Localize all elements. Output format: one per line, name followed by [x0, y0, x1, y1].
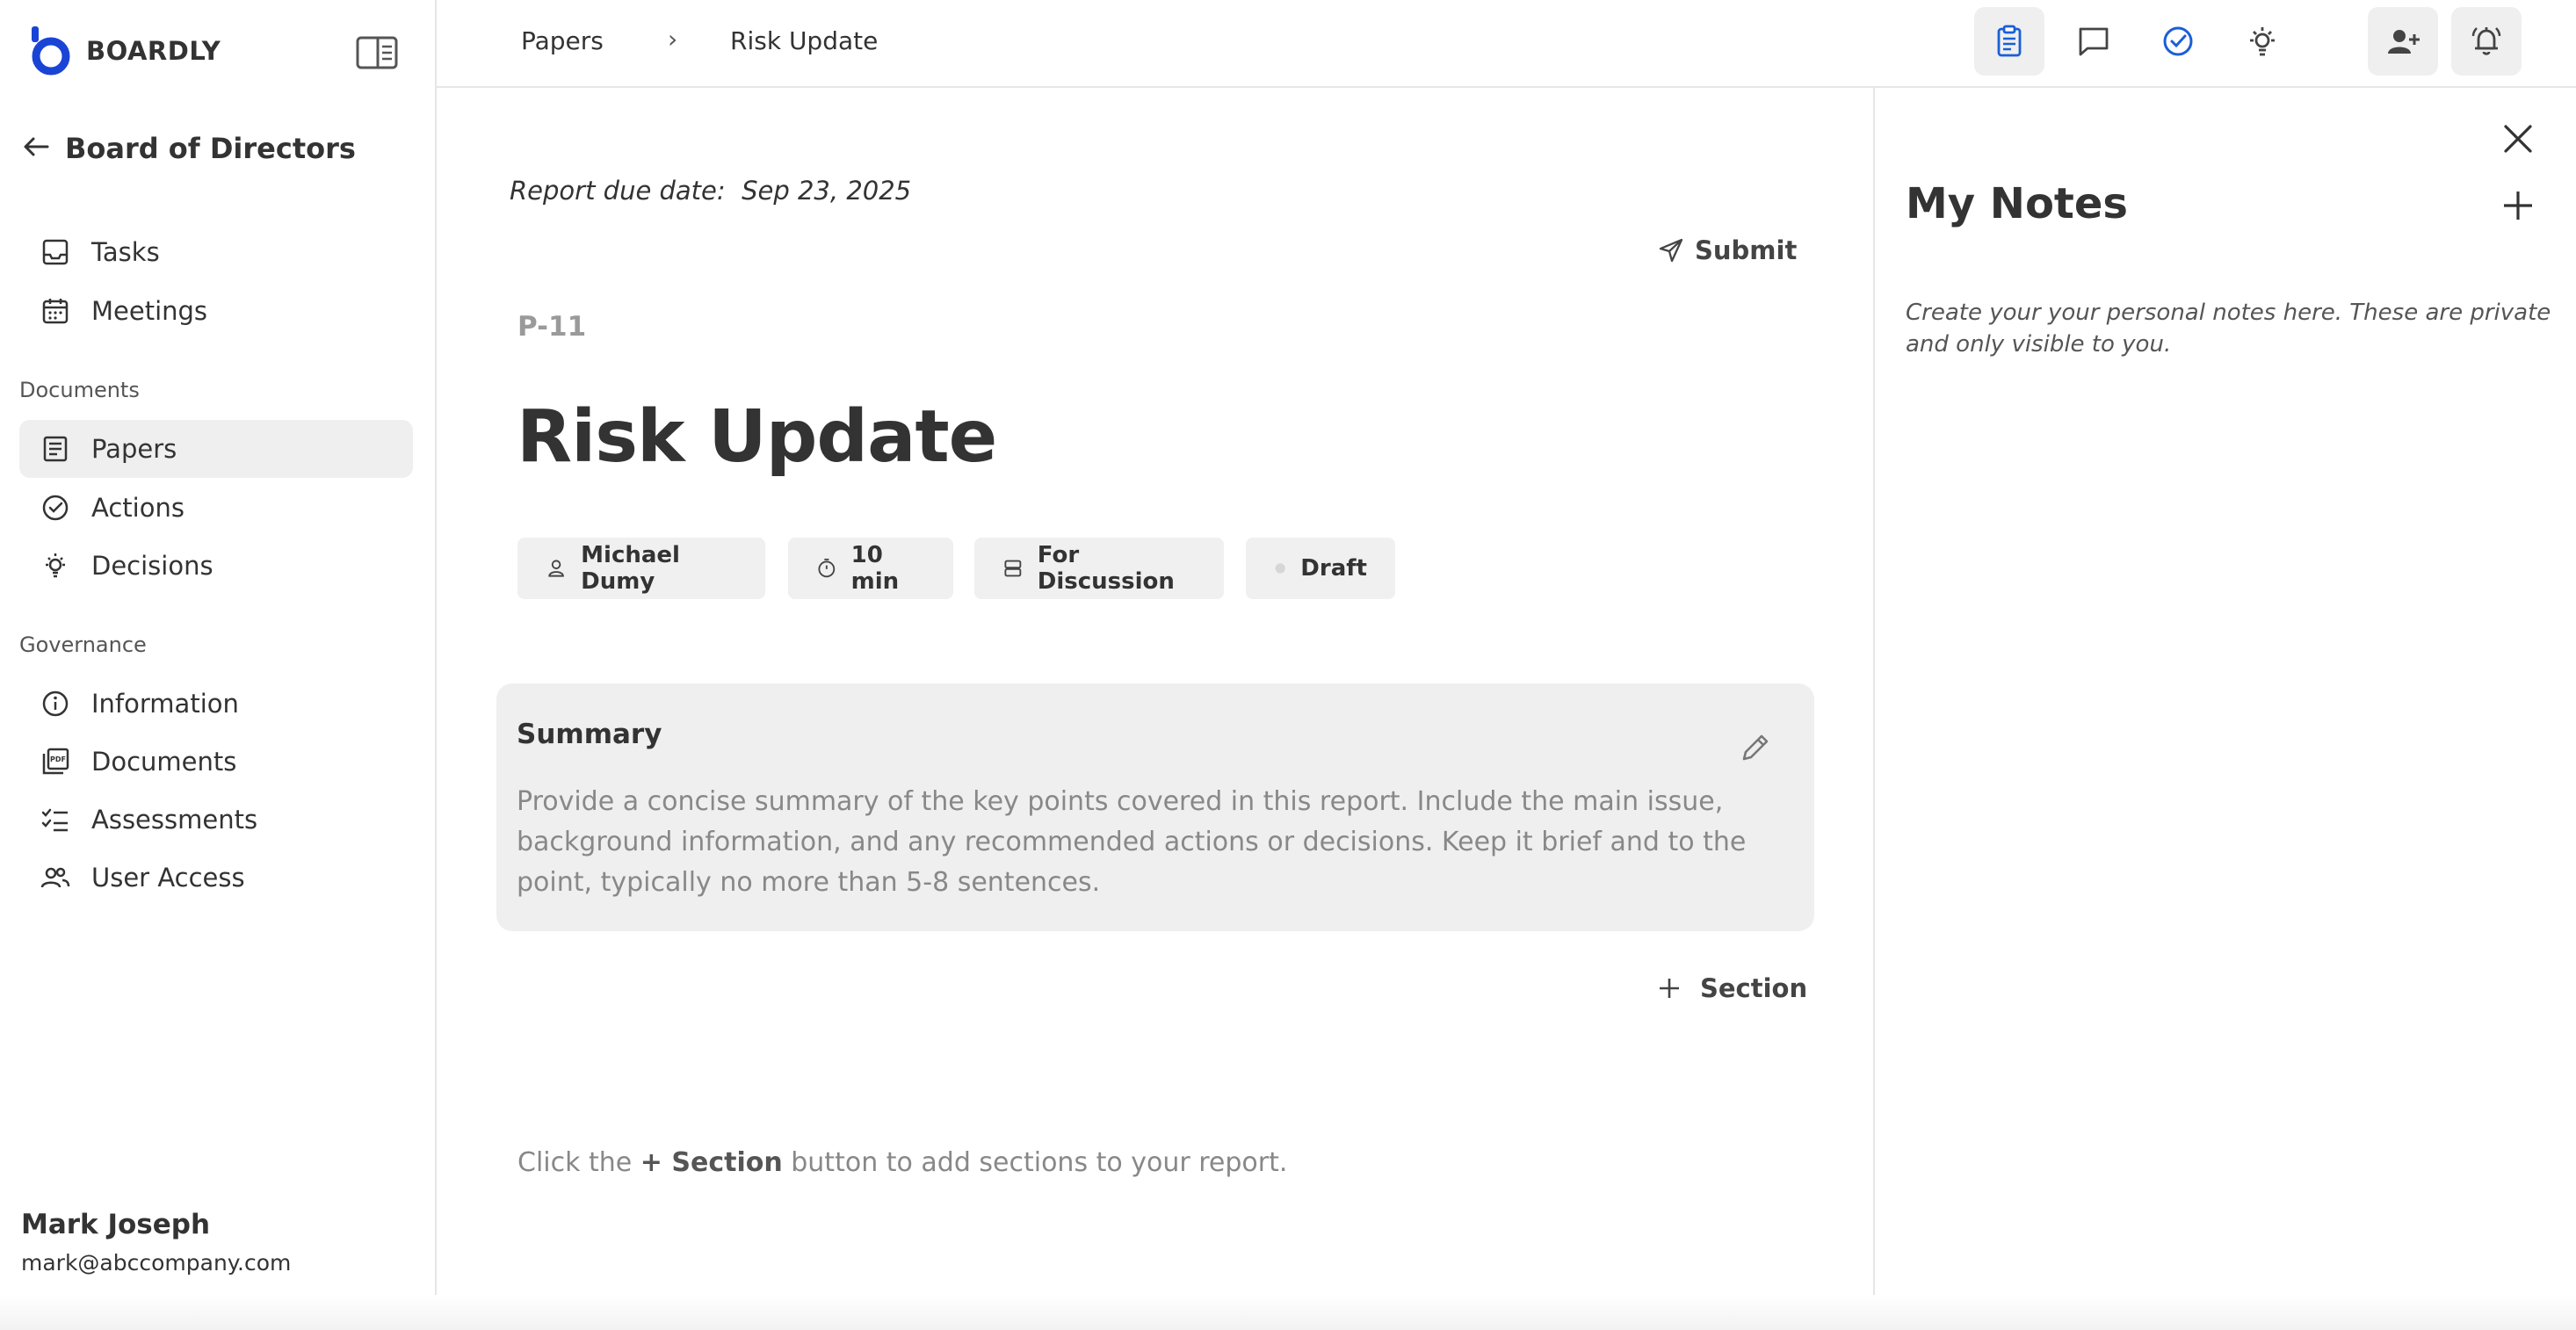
clipboard-icon [1997, 25, 2022, 57]
type-chip[interactable]: For Discussion [974, 538, 1224, 599]
bell-alert-icon [2471, 27, 2501, 55]
notes-toggle-button[interactable] [1974, 7, 2044, 76]
sidebar-item-user-access[interactable]: User Access [19, 849, 413, 907]
send-icon [1659, 238, 1683, 263]
hint-bold: + Section [640, 1147, 783, 1178]
documents-heading: Documents [19, 378, 140, 402]
chat-icon [2079, 27, 2109, 56]
sidebar: BOARDLY Board of Directors Tasks Meeting… [0, 0, 437, 1330]
add-section-label: Section [1700, 973, 1808, 1003]
decisions-button[interactable] [2227, 7, 2297, 76]
breadcrumb-current: Risk Update [730, 26, 879, 55]
breadcrumb-separator: › [668, 25, 678, 54]
sidebar-item-label: Decisions [91, 551, 213, 581]
sidebar-item-label: Actions [91, 493, 185, 523]
pencil-icon[interactable] [1739, 729, 1774, 764]
boardly-logo-icon [32, 26, 70, 76]
brand[interactable]: BOARDLY [28, 25, 221, 77]
status-dot-icon [1275, 563, 1285, 574]
paper-editor: Report due date: Sep 23, 2025 Submit P-1… [437, 88, 1874, 1330]
sidebar-item-label: Papers [91, 434, 177, 464]
info-icon [42, 690, 69, 717]
owner-name: Michael Dumy [581, 542, 680, 595]
check-circle-icon [2163, 26, 2193, 56]
user-email: mark@abccompany.com [21, 1250, 292, 1276]
pdf-icon: PDF [42, 748, 69, 775]
sidebar-item-documents[interactable]: PDF Documents [19, 733, 413, 791]
brand-name: BOARDLY [86, 36, 221, 66]
owner-chip[interactable]: Michael Dumy [517, 538, 765, 599]
submit-button[interactable]: Submit [1658, 235, 1797, 265]
sections-hint: Click the + Section button to add sectio… [517, 1147, 1287, 1178]
actions-button[interactable] [2143, 7, 2213, 76]
notes-empty-text: Create your your personal notes here. Th… [1906, 300, 2551, 358]
notifications-button[interactable] [2451, 7, 2522, 76]
duration-chip[interactable]: 10 min [788, 538, 953, 599]
paper-title[interactable]: Risk Update [517, 395, 997, 479]
due-date-label: Report due date: [510, 176, 726, 206]
timer-icon [818, 558, 836, 578]
duration-value: 10 min [850, 542, 900, 595]
sidebar-item-label: Information [91, 689, 239, 719]
sidebar-item-decisions[interactable]: Decisions [19, 537, 413, 595]
summary-title: Summary [517, 719, 662, 750]
sidebar-item-actions[interactable]: Actions [19, 479, 413, 537]
check-circle-icon [42, 495, 69, 521]
notes-title: My Notes [1906, 179, 2128, 228]
add-user-button[interactable] [2368, 7, 2438, 76]
users-icon [40, 867, 70, 888]
add-section-button[interactable]: Section [1656, 973, 1807, 1003]
governance-heading: Governance [19, 632, 147, 657]
sidebar-item-information[interactable]: Information [19, 675, 413, 733]
back-to-board[interactable]: Board of Directors [21, 132, 356, 165]
hint-before: Click the [517, 1147, 640, 1178]
close-icon[interactable] [2499, 119, 2537, 158]
stack-icon [1004, 560, 1022, 577]
arrow-left-icon [24, 137, 49, 156]
due-date-value: Sep 23, 2025 [742, 176, 912, 206]
user-name[interactable]: Mark Joseph [21, 1209, 210, 1240]
lightbulb-icon [2250, 27, 2275, 56]
notes-panel: My Notes Create your your personal notes… [1873, 88, 2576, 1330]
paper-icon [43, 436, 68, 462]
paper-type: For Discussion [1037, 542, 1175, 595]
user-icon [548, 560, 564, 577]
summary-text: Provide a concise summary of the key poi… [517, 786, 1747, 898]
status-value: Draft [1300, 555, 1367, 582]
board-title: Board of Directors [65, 132, 356, 165]
calendar-icon [42, 299, 69, 324]
inbox-icon [42, 239, 69, 265]
plus-icon[interactable] [2499, 186, 2537, 225]
sidebar-item-label: Documents [91, 747, 237, 777]
breadcrumb-parent[interactable]: Papers [521, 26, 604, 55]
hint-after: button to add sections to your report. [782, 1147, 1288, 1178]
sidebar-item-label: Tasks [91, 237, 160, 267]
summary-card[interactable]: Summary Provide a concise summary of the… [496, 683, 1814, 931]
sidebar-item-papers[interactable]: Papers [19, 420, 413, 478]
top-bar: Papers › Risk Update [437, 0, 2576, 88]
sidebar-item-label: Meetings [91, 296, 208, 326]
submit-label: Submit [1695, 235, 1798, 265]
sidebar-toggle-icon[interactable] [355, 35, 399, 70]
bottom-fade [0, 1295, 2576, 1330]
checklist-icon [41, 808, 68, 832]
sidebar-item-tasks[interactable]: Tasks [19, 223, 413, 281]
sidebar-item-label: User Access [91, 863, 245, 893]
status-chip[interactable]: Draft [1246, 538, 1395, 599]
sidebar-item-assessments[interactable]: Assessments [19, 791, 413, 849]
svg-text:PDF: PDF [50, 755, 66, 763]
sidebar-item-meetings[interactable]: Meetings [19, 282, 413, 340]
paper-id: P-11 [517, 311, 587, 343]
plus-icon [1660, 979, 1679, 998]
comments-button[interactable] [2059, 7, 2129, 76]
lightbulb-icon [46, 553, 65, 578]
user-plus-icon [2388, 30, 2420, 54]
sidebar-item-label: Assessments [91, 805, 258, 835]
report-due-date: Report due date: Sep 23, 2025 [510, 176, 911, 206]
